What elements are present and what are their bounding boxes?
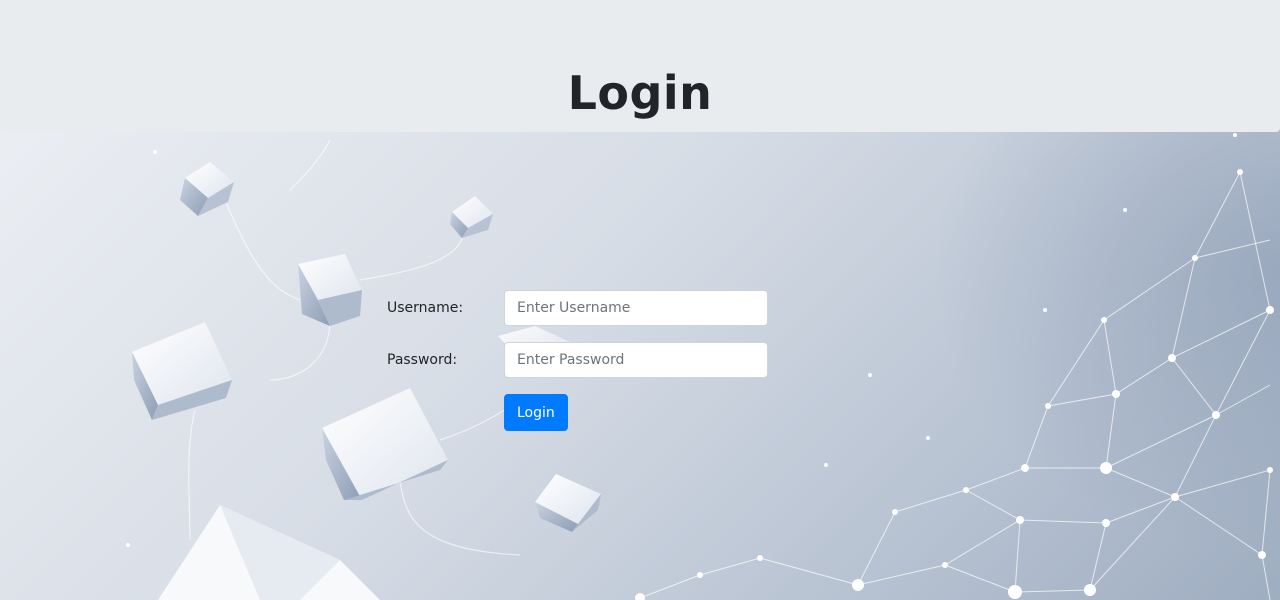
password-row: Password: xyxy=(387,342,787,378)
username-row: Username: xyxy=(387,290,787,326)
login-button[interactable]: Login xyxy=(504,394,568,431)
username-input[interactable] xyxy=(504,290,768,326)
username-label: Username: xyxy=(387,300,464,316)
login-page: Login Username: Password: Login xyxy=(0,0,1280,600)
page-title: Login xyxy=(567,66,713,120)
password-label: Password: xyxy=(387,352,458,368)
submit-row: Login xyxy=(387,394,787,431)
login-form: Username: Password: Login xyxy=(387,290,787,431)
page-header: Login xyxy=(0,0,1280,132)
password-input[interactable] xyxy=(504,342,768,378)
cube-shape xyxy=(180,162,234,216)
